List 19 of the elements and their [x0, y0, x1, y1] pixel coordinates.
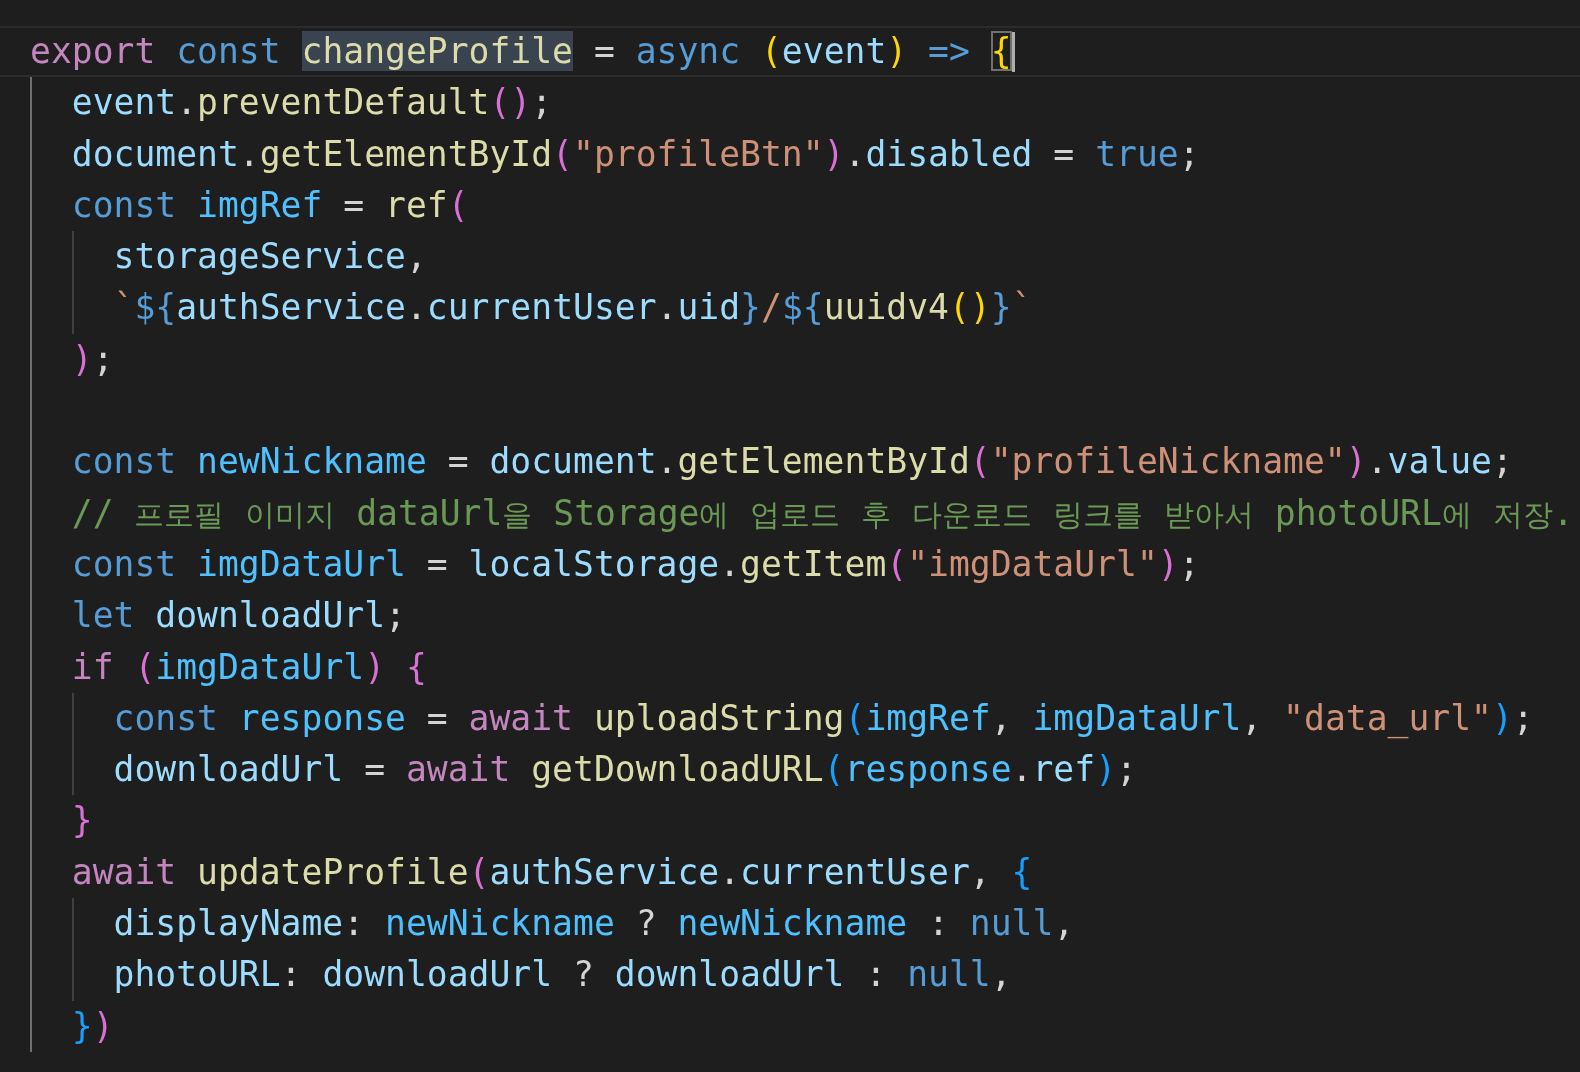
code-line: displayName: newNickname ? newNickname : null,	[0, 898, 1580, 950]
code-line: const newNickname = document.getElementById("profileNickname").value;	[0, 436, 1580, 488]
code-line: let downloadUrl;	[0, 590, 1580, 642]
code-line: await updateProfile(authService.currentUser, {	[0, 846, 1580, 899]
code-line: const imgDataUrl = localStorage.getItem("imgDataUrl");	[0, 538, 1580, 591]
code-line: const imgRef = ref(	[0, 179, 1580, 232]
code-line: const response = await uploadString(imgRef, imgDataUrl, "data_url");	[0, 692, 1580, 745]
code-comment: // 프로필 이미지 dataUrl을 Storage에 업로드 후 다운로드 링크를 받아서 photoURL에 저장.	[0, 487, 1580, 539]
code-line: export const changeProfile = async (event) => {	[0, 26, 1580, 78]
code-line: if (imgDataUrl) {	[0, 641, 1580, 693]
code-line: `${authService.currentUser.uid}/${uuidv4()}`	[0, 282, 1580, 334]
code-line: photoURL: downloadUrl ? downloadUrl : null,	[0, 949, 1580, 1001]
code-line: );	[0, 333, 1580, 386]
code-line: document.getElementById("profileBtn").disabled = true;	[0, 128, 1580, 180]
code-line: })	[0, 1000, 1580, 1052]
code-line: storageService,	[0, 231, 1580, 283]
code-line: downloadUrl = await getDownloadURL(response.ref);	[0, 744, 1580, 796]
code-line: }	[0, 795, 1580, 847]
code-line: event.preventDefault();	[0, 77, 1580, 129]
